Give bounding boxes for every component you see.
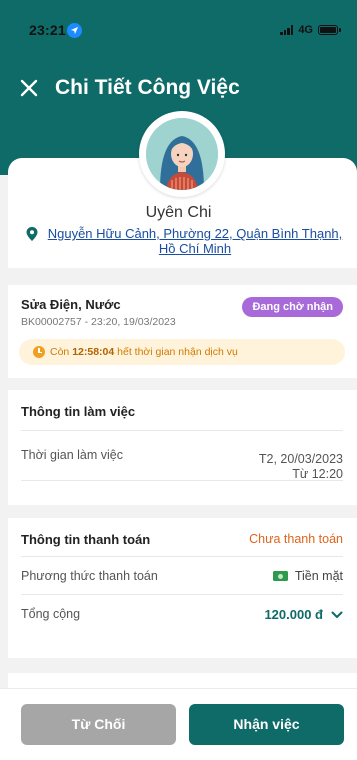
close-icon	[20, 79, 38, 97]
service-name: Sửa Điện, Nước	[21, 297, 121, 312]
divider	[21, 556, 343, 557]
cash-icon	[272, 571, 288, 581]
signal-icon	[280, 25, 294, 35]
avatar-illustration	[146, 118, 218, 190]
payment-method: Tiền mặt	[272, 569, 343, 583]
work-date: T2, 20/03/2023	[258, 452, 343, 466]
status-badge: Đang chờ nhận	[242, 297, 343, 317]
work-info-section: Thông tin làm việc Thời gian làm việc T2…	[8, 390, 357, 505]
battery-tip	[339, 28, 341, 32]
timer-suffix: hết thời gian nhận dịch vụ	[114, 346, 238, 358]
timer-prefix: Còn	[50, 346, 73, 358]
payment-section: Thông tin thanh toán Chưa thanh toán Phư…	[8, 518, 357, 658]
work-info-title: Thông tin làm việc	[21, 404, 136, 419]
divider	[21, 430, 343, 431]
work-time-value: T2, 20/03/2023 Từ 12:20	[259, 452, 343, 482]
payment-method-value: Tiền mặt	[294, 569, 343, 583]
clock-icon	[33, 346, 45, 358]
customer-name: Uyên Chi	[145, 204, 212, 221]
divider	[21, 480, 343, 481]
work-time-label: Thời gian làm việc	[21, 448, 123, 462]
avatar[interactable]	[146, 118, 218, 190]
divider	[21, 594, 343, 595]
next-section	[8, 673, 357, 688]
status-indicators: 4G	[280, 24, 341, 36]
total-value: 120.000 đ	[264, 607, 323, 622]
accept-job-button[interactable]: Nhận việc	[189, 704, 344, 745]
timer-text: Còn 12:58:04 hết thời gian nhận dịch vụ	[50, 346, 238, 358]
service-section: Sửa Điện, Nước BK00002757 - 23:20, 19/03…	[8, 285, 357, 378]
reject-button[interactable]: Từ Chối	[21, 704, 176, 745]
timer-banner: Còn 12:58:04 hết thời gian nhận dịch vụ	[19, 339, 345, 365]
total-toggle[interactable]: 120.000 đ	[264, 607, 343, 622]
total-label: Tổng cộng	[21, 607, 81, 621]
chevron-down-icon	[331, 611, 343, 618]
status-time: 23:21	[29, 22, 66, 38]
close-button[interactable]	[18, 77, 40, 99]
location-arrow-icon	[67, 23, 82, 38]
battery-icon	[318, 25, 338, 35]
network-type: 4G	[298, 24, 313, 36]
location-pin-icon	[26, 227, 38, 241]
payment-method-label: Phương thức thanh toán	[21, 569, 158, 583]
timer-value: 12:58:04	[72, 346, 115, 358]
status-bar: 23:21 4G	[0, 0, 357, 48]
payment-status: Chưa thanh toán	[249, 532, 343, 546]
payment-title: Thông tin thanh toán	[21, 532, 151, 547]
booking-code: BK00002757 - 23:20, 19/03/2023	[21, 316, 176, 328]
bottom-action-bar: Từ Chối Nhận việc	[0, 688, 357, 760]
page-title: Chi Tiết Công Việc	[55, 76, 240, 99]
customer-address-link[interactable]: Nguyễn Hữu Cảnh, Phường 22, Quận Bình Th…	[45, 226, 345, 256]
